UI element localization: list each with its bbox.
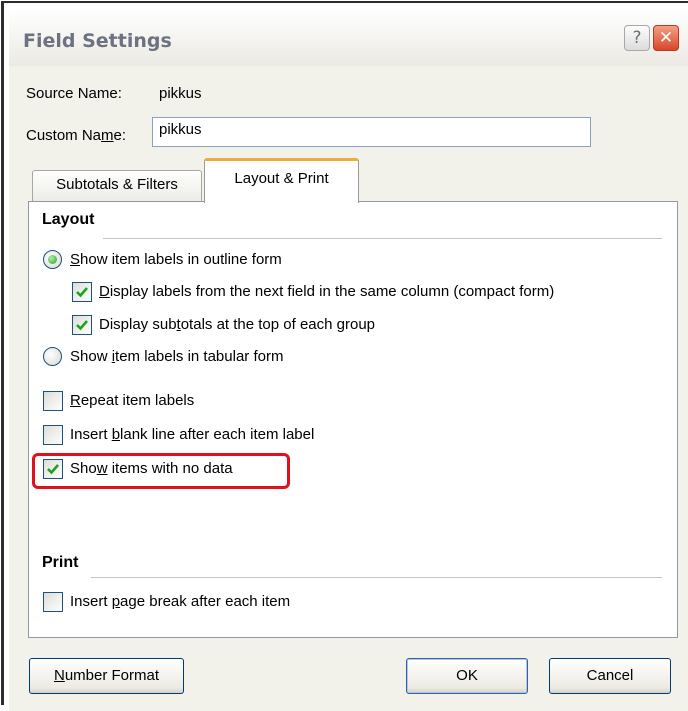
highlight-annotation — [32, 453, 290, 489]
help-button[interactable]: ? — [624, 25, 650, 51]
subtotals-top-checkbox[interactable] — [72, 315, 92, 335]
compact-form-checkbox[interactable] — [72, 282, 92, 302]
title-bar: Field Settings ? ✕ — [9, 8, 688, 66]
dialog-title: Field Settings — [23, 30, 172, 52]
tab-layout-print[interactable]: Layout & Print — [204, 158, 359, 203]
page-break-checkbox[interactable] — [43, 592, 63, 612]
layout-separator — [103, 238, 662, 239]
cancel-button[interactable]: Cancel — [549, 658, 671, 694]
outline-form-radio[interactable] — [43, 250, 62, 269]
tab-subtotals-filters[interactable]: Subtotals & Filters — [32, 170, 202, 202]
print-section-title: Print — [42, 554, 79, 571]
subtotals-top-label: Display subtotals at the top of each gro… — [99, 316, 376, 333]
number-format-button[interactable]: Number Format — [29, 658, 184, 694]
print-separator — [91, 577, 662, 578]
close-icon: ✕ — [658, 28, 674, 48]
repeat-item-labels-label: Repeat item labels — [70, 392, 195, 409]
compact-form-label: Display labels from the next field in th… — [99, 283, 555, 300]
blank-line-checkbox[interactable] — [43, 425, 63, 445]
blank-line-label: Insert blank line after each item label — [70, 426, 315, 443]
custom-name-input[interactable]: pikkus — [152, 117, 591, 147]
source-name-value: pikkus — [159, 85, 202, 102]
custom-name-label: Custom Name: — [26, 127, 127, 144]
repeat-item-labels-checkbox[interactable] — [43, 391, 63, 411]
radio-selected-dot — [48, 255, 57, 264]
source-name-label: Source Name: — [26, 85, 122, 102]
check-icon — [76, 320, 88, 331]
close-button[interactable]: ✕ — [653, 25, 679, 51]
ok-button[interactable]: OK — [406, 658, 528, 694]
page-break-label: Insert page break after each item — [70, 593, 291, 610]
field-settings-dialog: Field Settings ? ✕ Source Name: pikkus C… — [1, 1, 688, 711]
tabular-form-label: Show item labels in tabular form — [70, 348, 284, 365]
tabular-form-radio[interactable] — [43, 347, 62, 366]
layout-section-title: Layout — [42, 211, 95, 228]
help-icon: ? — [632, 28, 642, 48]
check-icon — [76, 287, 88, 298]
outline-form-label: Show item labels in outline form — [70, 251, 282, 268]
